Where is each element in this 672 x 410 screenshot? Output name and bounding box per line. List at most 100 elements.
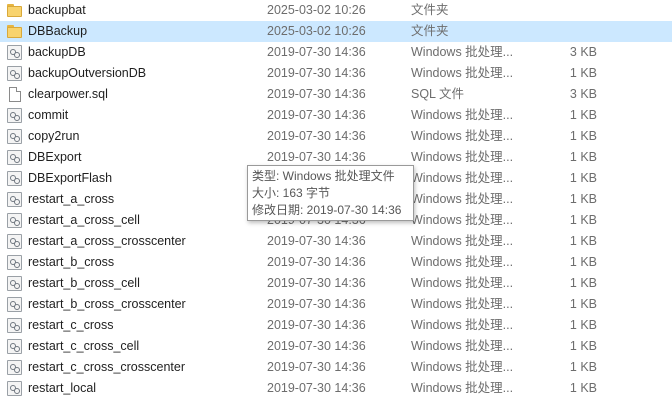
file-row[interactable]: restart_c_cross 2019-07-30 14:36 Windows 批… — [0, 315, 672, 336]
file-size: 3 KB — [569, 87, 597, 101]
file-info-tooltip: 类型: Windows 批处理文件 大小: 163 字节 修改日期: 2019-… — [247, 165, 414, 221]
file-size: 1 KB — [569, 255, 597, 269]
batch-file-icon — [7, 66, 22, 81]
file-name: restart_b_cross — [28, 255, 115, 269]
file-date: 2019-07-30 14:36 — [267, 66, 366, 80]
file-name: backupbat — [28, 3, 86, 17]
tooltip-modified: 修改日期: 2019-07-30 14:36 — [252, 203, 402, 217]
file-size: 1 KB — [569, 276, 597, 290]
file-row[interactable]: commit 2019-07-30 14:36 Windows 批处理... 1 KB — [0, 105, 672, 126]
folder-icon — [7, 3, 22, 18]
file-type: Windows 批处理... — [411, 108, 514, 122]
file-type: 文件夹 — [411, 24, 449, 38]
file-row[interactable]: restart_a_cross_crosscenter 2019-07-30 14… — [0, 231, 672, 252]
file-date: 2019-07-30 14:36 — [267, 318, 366, 332]
file-type: Windows 批处理... — [411, 318, 514, 332]
file-row[interactable]: restart_c_cross_crosscenter 2019-07-30 14… — [0, 357, 672, 378]
file-date: 2025-03-02 10:26 — [267, 24, 366, 38]
file-date: 2019-07-30 14:36 — [267, 108, 366, 122]
file-date: 2019-07-30 14:36 — [267, 276, 366, 290]
file-name: DBBackup — [28, 24, 88, 38]
file-date: 2025-03-02 10:26 — [267, 3, 366, 17]
batch-file-icon — [7, 129, 22, 144]
batch-file-icon — [7, 360, 22, 375]
file-type: Windows 批处理... — [411, 360, 514, 374]
file-row[interactable]: clearpower.sql 2019-07-30 14:36 SQL 文件 3 KB — [0, 84, 672, 105]
batch-file-icon — [7, 339, 22, 354]
file-row[interactable]: backupbat 2025-03-02 10:26 文件夹 — [0, 0, 672, 21]
file-size: 1 KB — [569, 171, 597, 185]
file-name: backupDB — [28, 45, 86, 59]
file-name: restart_c_cross_cell — [28, 339, 140, 353]
batch-file-icon — [7, 192, 22, 207]
file-size: 1 KB — [569, 381, 597, 395]
file-row[interactable]: backupDB 2019-07-30 14:36 Windows 批处理... 3 … — [0, 42, 672, 63]
file-date: 2019-07-30 14:36 — [267, 129, 366, 143]
file-name: restart_a_cross_cell — [28, 213, 140, 227]
file-type: Windows 批处理... — [411, 339, 514, 353]
file-name: restart_local — [28, 381, 97, 395]
file-type: SQL 文件 — [411, 87, 465, 101]
file-row[interactable]: copy2run 2019-07-30 14:36 Windows 批处理... 1 … — [0, 126, 672, 147]
file-size: 1 KB — [569, 297, 597, 311]
file-type: Windows 批处理... — [411, 45, 514, 59]
file-type: Windows 批处理... — [411, 234, 514, 248]
document-icon — [9, 87, 21, 102]
file-row[interactable]: restart_local 2019-07-30 14:36 Windows 批处理… — [0, 378, 672, 399]
file-size: 1 KB — [569, 66, 597, 80]
file-name: restart_a_cross — [28, 192, 115, 206]
file-row[interactable]: restart_b_cross 2019-07-30 14:36 Windows 批… — [0, 252, 672, 273]
file-type: Windows 批处理... — [411, 129, 514, 143]
batch-file-icon — [7, 297, 22, 312]
batch-file-icon — [7, 381, 22, 396]
file-name: copy2run — [28, 129, 80, 143]
file-date: 2019-07-30 14:36 — [267, 45, 366, 59]
file-type: 文件夹 — [411, 3, 449, 17]
file-type: Windows 批处理... — [411, 171, 514, 185]
file-name: DBExportFlash — [28, 171, 113, 185]
file-name: restart_b_cross_cell — [28, 276, 140, 290]
file-row[interactable]: DBBackup 2025-03-02 10:26 文件夹 — [0, 21, 672, 42]
file-name: commit — [28, 108, 69, 122]
file-size: 3 KB — [569, 45, 597, 59]
file-type: Windows 批处理... — [411, 192, 514, 206]
file-size: 1 KB — [569, 108, 597, 122]
file-size: 1 KB — [569, 318, 597, 332]
batch-file-icon — [7, 234, 22, 249]
file-size: 1 KB — [569, 192, 597, 206]
file-row[interactable]: restart_c_cross_cell 2019-07-30 14:36 Wind… — [0, 336, 672, 357]
file-type: Windows 批处理... — [411, 150, 514, 164]
file-size: 1 KB — [569, 360, 597, 374]
file-date: 2019-07-30 14:36 — [267, 360, 366, 374]
file-name: restart_b_cross_crosscenter — [28, 297, 186, 311]
file-size: 1 KB — [569, 150, 597, 164]
file-date: 2019-07-30 14:36 — [267, 339, 366, 353]
file-size: 1 KB — [569, 213, 597, 227]
file-name: restart_c_cross_crosscenter — [28, 360, 186, 374]
file-size: 1 KB — [569, 234, 597, 248]
file-date: 2019-07-30 14:36 — [267, 255, 366, 269]
batch-file-icon — [7, 171, 22, 186]
file-type: Windows 批处理... — [411, 276, 514, 290]
batch-file-icon — [7, 318, 22, 333]
file-row[interactable]: backupOutversionDB 2019-07-30 14:36 Window… — [0, 63, 672, 84]
batch-file-icon — [7, 45, 22, 60]
file-date: 2019-07-30 14:36 — [267, 381, 366, 395]
file-type: Windows 批处理... — [411, 297, 514, 311]
tooltip-size: 大小: 163 字节 — [252, 186, 331, 200]
file-name: DBExport — [28, 150, 82, 164]
file-size: 1 KB — [569, 339, 597, 353]
file-type: Windows 批处理... — [411, 381, 514, 395]
file-name: clearpower.sql — [28, 87, 108, 101]
tooltip-type: 类型: Windows 批处理文件 — [252, 169, 395, 183]
file-row[interactable]: restart_b_cross_crosscenter 2019-07-30 14… — [0, 294, 672, 315]
file-size: 1 KB — [569, 129, 597, 143]
file-type: Windows 批处理... — [411, 255, 514, 269]
batch-file-icon — [7, 108, 22, 123]
file-row[interactable]: restart_b_cross_cell 2019-07-30 14:36 Wind… — [0, 273, 672, 294]
file-date: 2019-07-30 14:36 — [267, 297, 366, 311]
file-name: restart_a_cross_crosscenter — [28, 234, 186, 248]
batch-file-icon — [7, 213, 22, 228]
batch-file-icon — [7, 150, 22, 165]
batch-file-icon — [7, 276, 22, 291]
